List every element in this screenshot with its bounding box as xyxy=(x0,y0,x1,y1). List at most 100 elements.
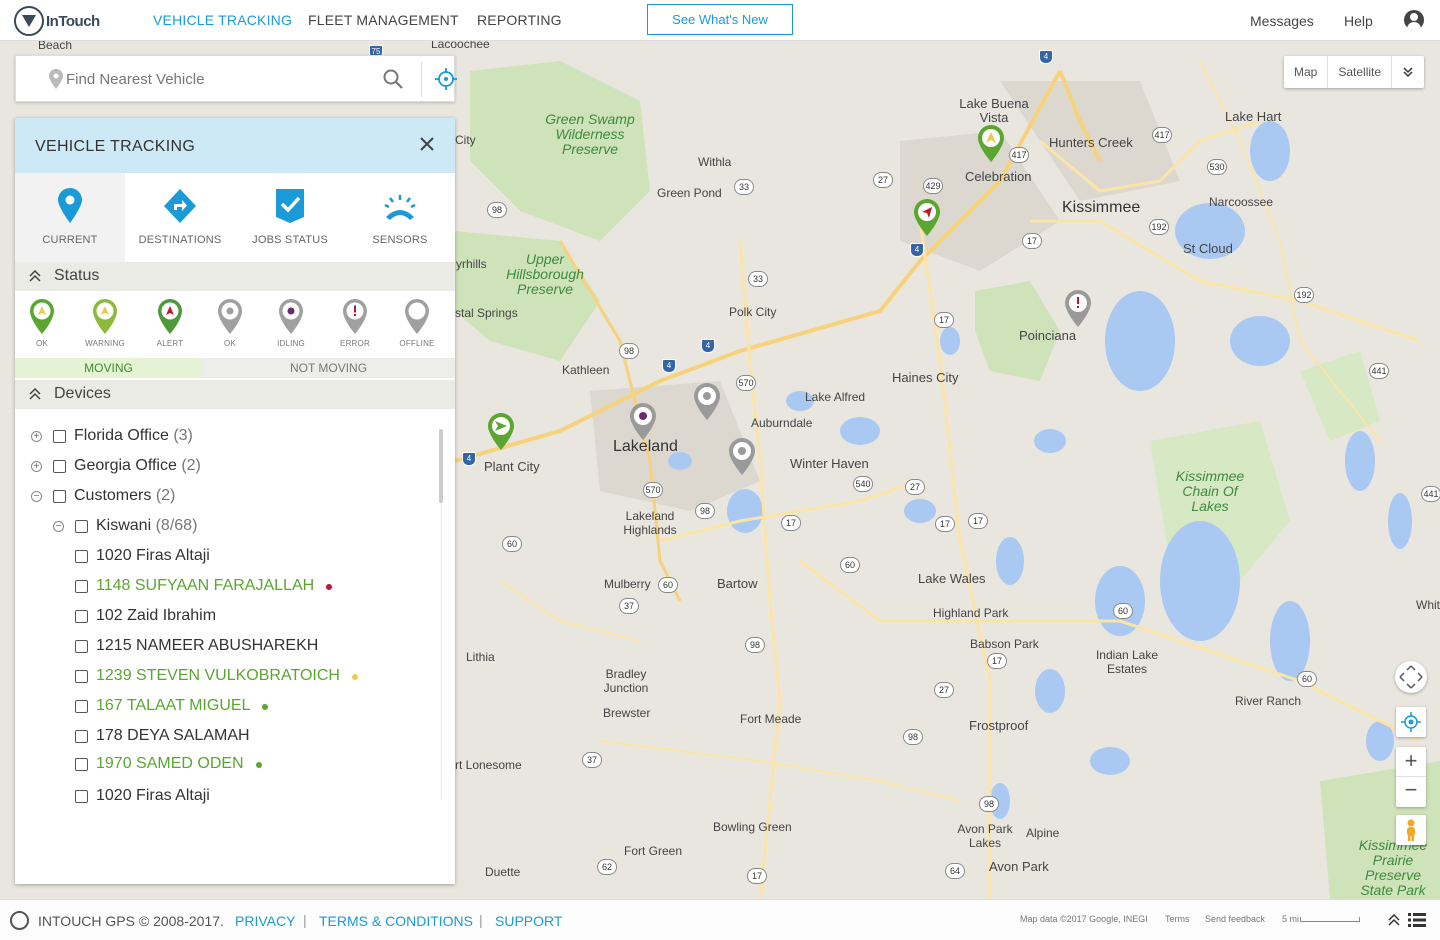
vehicle-name: 1970 SAMED ODEN xyxy=(96,755,244,772)
zoom-out-button[interactable]: − xyxy=(1396,777,1426,807)
zoom-in-button[interactable]: + xyxy=(1396,747,1426,777)
status-section-header[interactable]: Status xyxy=(15,262,455,291)
vehicle-checkbox[interactable] xyxy=(75,580,88,593)
vehicle-checkbox[interactable] xyxy=(75,640,88,653)
vehicle-row[interactable]: 1020 Firas Altaji xyxy=(15,787,425,811)
vehicle-row[interactable]: 102 Zaid Ibrahim xyxy=(15,607,425,631)
tab-jobs-status-label: JOBS STATUS xyxy=(252,234,328,246)
devices-section-header[interactable]: Devices xyxy=(15,380,455,409)
map-terms-link[interactable]: Terms xyxy=(1165,914,1190,924)
expand-up-icon[interactable] xyxy=(1388,914,1400,926)
vehicle-checkbox[interactable] xyxy=(75,758,88,771)
expand-plus-icon[interactable]: + xyxy=(31,461,42,472)
map-type-more-button[interactable] xyxy=(1392,56,1424,88)
vehicle-checkbox[interactable] xyxy=(75,790,88,803)
vehicle-checkbox[interactable] xyxy=(75,670,88,683)
street-view-button[interactable] xyxy=(1396,815,1426,845)
send-feedback-link[interactable]: Send feedback xyxy=(1205,914,1265,924)
footer-separator: | xyxy=(303,912,307,928)
footer: INTOUCH GPS © 2008-2017. PRIVACY | TERMS… xyxy=(0,899,1440,940)
moving-filter[interactable]: MOVING xyxy=(15,358,202,378)
collapse-minus-icon[interactable]: − xyxy=(31,491,42,502)
status-moving-ok[interactable]: OK xyxy=(17,299,67,348)
subgroup-count: (8/68) xyxy=(155,517,198,534)
tree-group-customers[interactable]: − Customers (2) xyxy=(15,487,425,511)
status-moving-alert[interactable]: ALERT xyxy=(145,299,195,348)
map-label-babson-park: Babson Park xyxy=(970,637,1039,651)
tree-subgroup-kiswani[interactable]: − Kiswani (8/68) xyxy=(15,517,425,541)
subgroup-checkbox[interactable] xyxy=(75,520,88,533)
tree-group-georgia-office[interactable]: + Georgia Office (2) xyxy=(15,457,425,481)
route-shield: 33 xyxy=(748,271,768,287)
tree-group-florida-office[interactable]: + Florida Office (3) xyxy=(15,427,425,451)
support-link[interactable]: SUPPORT xyxy=(495,913,562,929)
nav-reporting[interactable]: REPORTING xyxy=(477,12,562,28)
vehicle-marker-error[interactable] xyxy=(1064,290,1092,328)
group-checkbox[interactable] xyxy=(53,430,66,443)
map-label-fort-meade: Fort Meade xyxy=(740,712,802,726)
route-shield: 60 xyxy=(840,557,860,573)
vehicle-row[interactable]: 178 DEYA SALAMAH xyxy=(15,727,425,751)
vehicle-checkbox[interactable] xyxy=(75,550,88,563)
messages-link[interactable]: Messages xyxy=(1250,13,1314,29)
terms-link[interactable]: TERMS & CONDITIONS xyxy=(319,913,473,929)
list-view-icon[interactable] xyxy=(1408,912,1426,928)
map-type-map-button[interactable]: Map xyxy=(1284,56,1329,88)
pan-control[interactable] xyxy=(1395,661,1427,693)
collapse-minus-icon[interactable]: − xyxy=(53,521,64,532)
not-moving-filter[interactable]: NOT MOVING xyxy=(202,358,455,378)
route-shield: 27 xyxy=(934,682,954,698)
vehicle-checkbox[interactable] xyxy=(75,700,88,713)
group-checkbox[interactable] xyxy=(53,460,66,473)
see-whats-new-button[interactable]: See What's New xyxy=(647,4,793,35)
vehicle-row[interactable]: 1148 SUFYAAN FARAJALLAH xyxy=(15,577,425,601)
status-idling[interactable]: IDLING xyxy=(266,299,316,348)
vehicle-marker-offline[interactable] xyxy=(728,438,756,476)
tab-current[interactable]: CURRENT xyxy=(15,173,125,262)
help-link[interactable]: Help xyxy=(1344,13,1373,29)
vehicle-row[interactable]: 1239 STEVEN VULKOBRATOICH xyxy=(15,667,425,691)
status-error[interactable]: ERROR xyxy=(330,299,380,348)
locate-crosshair-icon[interactable] xyxy=(434,67,458,91)
vehicle-checkbox[interactable] xyxy=(75,610,88,623)
vehicle-marker-moving-ok[interactable] xyxy=(977,125,1005,163)
close-icon[interactable] xyxy=(419,136,435,152)
tab-destinations[interactable]: DESTINATIONS xyxy=(125,173,235,262)
vehicle-marker-moving-ok[interactable] xyxy=(487,413,515,451)
search-icon[interactable] xyxy=(382,68,404,90)
nav-vehicle-tracking[interactable]: VEHICLE TRACKING xyxy=(153,12,292,28)
account-icon[interactable] xyxy=(1404,10,1424,30)
vehicle-row[interactable]: 1970 SAMED ODEN xyxy=(15,755,425,779)
tab-sensors[interactable]: SENSORS xyxy=(345,173,455,262)
vehicle-marker-stopped[interactable] xyxy=(693,383,721,421)
vehicle-marker-moving-alert[interactable] xyxy=(913,199,941,237)
location-pin-icon xyxy=(49,69,63,89)
route-shield: 192 xyxy=(1149,219,1169,235)
nav-fleet-management[interactable]: FLEET MANAGEMENT xyxy=(308,12,459,28)
vehicle-row[interactable]: 1215 NAMEER ABUSHAREKH xyxy=(15,637,425,661)
vehicle-status-dot xyxy=(256,762,262,768)
vehicle-checkbox[interactable] xyxy=(75,730,88,743)
vehicle-row[interactable]: 167 TALAAT MIGUEL xyxy=(15,697,425,721)
find-nearest-vehicle-input[interactable] xyxy=(66,68,356,90)
map-label-polk-city: Polk City xyxy=(729,305,777,319)
vehicle-tracking-panel: VEHICLE TRACKING CURRENT DESTINATIONS JO… xyxy=(15,118,455,884)
expand-plus-icon[interactable]: + xyxy=(31,431,42,442)
privacy-link[interactable]: PRIVACY xyxy=(235,913,295,929)
status-stopped-ok[interactable]: OK xyxy=(205,299,255,348)
directions-icon xyxy=(164,189,196,223)
scrollbar-thumb[interactable] xyxy=(439,429,443,503)
status-offline[interactable]: OFFLINE xyxy=(392,299,442,348)
my-location-button[interactable] xyxy=(1396,707,1426,737)
route-shield: 60 xyxy=(658,577,678,593)
map-type-satellite-button[interactable]: Satellite xyxy=(1328,56,1393,88)
intouch-logo[interactable]: InTouch xyxy=(14,6,100,36)
vehicle-marker-idling[interactable] xyxy=(629,403,657,441)
group-checkbox[interactable] xyxy=(53,490,66,503)
status-label: OFFLINE xyxy=(399,339,435,348)
panel-title: VEHICLE TRACKING xyxy=(35,138,196,155)
status-offline-icon xyxy=(405,299,429,334)
tab-jobs-status[interactable]: JOBS STATUS xyxy=(235,173,345,262)
status-moving-warning[interactable]: WARNING xyxy=(80,299,130,348)
vehicle-row[interactable]: 1020 Firas Altaji xyxy=(15,547,425,571)
